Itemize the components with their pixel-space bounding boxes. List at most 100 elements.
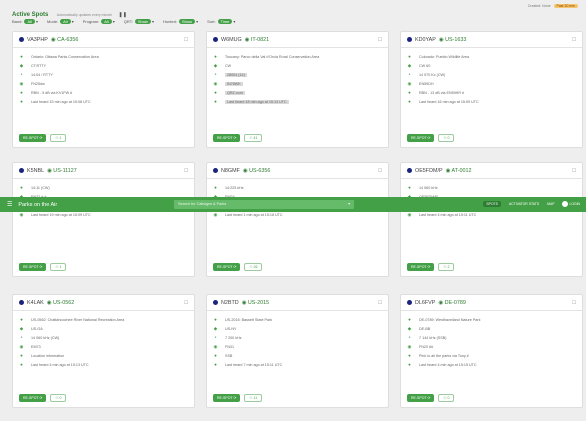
respot-button[interactable]: RE-SPOT ⟳ (19, 134, 47, 142)
comment-icon[interactable]: □ (378, 300, 382, 306)
view-count-button[interactable]: ☉ 0 (438, 394, 455, 402)
view-count-button[interactable]: ☉ 0 (50, 394, 67, 402)
respot-button[interactable]: RE-SPOT ⟳ (213, 134, 241, 142)
spot-card: N2BTD ◉ US-2015 □ ● US-2015: Bassett State P… (206, 294, 389, 408)
comment-icon[interactable]: □ (572, 37, 576, 43)
comment-icon[interactable]: □ (184, 300, 188, 306)
flag-icon (407, 168, 412, 173)
detail-text: US-NY (225, 326, 237, 331)
detail-icon: ∘ (214, 334, 217, 340)
comment-icon[interactable]: □ (572, 168, 576, 174)
detail-text: QRZ.com (225, 90, 245, 95)
view-count-button[interactable]: ☉ 1 (50, 134, 67, 142)
detail-text: US-GA (31, 326, 43, 331)
spot-card: VA3PHP ◉ CA-6356 □ ● Ontario: Ottawa Parks C… (12, 31, 195, 148)
view-count-button[interactable]: ☉ 2 (438, 263, 455, 271)
comment-icon[interactable]: □ (378, 37, 382, 43)
spot-card: N8GMF◉ US-6356□●14:225 kHz◆EM24∘SSB◉Last… (206, 162, 389, 277)
menu-activator-stats[interactable]: ACTIVATOR STATS (509, 202, 539, 206)
park-ref[interactable]: ◉ IT-0821 (245, 37, 269, 43)
filter-sort[interactable]: Sort: Time ▾ (207, 19, 235, 24)
park-ref[interactable]: ◉ DE-0789 (438, 300, 465, 306)
park-ref[interactable]: ◉ CA-6356 (51, 37, 78, 43)
spot-detail-row: ● Tuscany: Parco della Val d'Orcia Rural … (213, 52, 382, 61)
detail-icon: ● (20, 362, 23, 367)
time-window-badge[interactable]: Past 30 min (553, 4, 578, 8)
menu-spots[interactable]: SPOTS (483, 201, 501, 207)
spot-detail-row: ∘ 14 060 kHz (CW) (19, 333, 188, 342)
respot-button[interactable]: RE-SPOT ⟳ (213, 263, 241, 271)
menu-login[interactable]: LOGIN (562, 201, 580, 207)
detail-icon: ∘ (214, 71, 217, 77)
card-actions: RE-SPOT ⟳ ☉ 2 (407, 263, 455, 271)
callsign[interactable]: K5NBL (27, 168, 44, 174)
spot-card: K5NBL◉ US-11127□●14:11 (CW)◆EN37 # #∘RBN… (12, 162, 195, 277)
park-ref[interactable]: ◉ US-6356 (243, 168, 270, 174)
filter-mode[interactable]: Mode: All ▾ (47, 19, 74, 24)
detail-icon: ● (214, 353, 217, 358)
detail-icon: ◆ (19, 62, 24, 68)
respot-button[interactable]: RE-SPOT ⟳ (407, 134, 435, 142)
spot-card: W6MUG ◉ IT-0821 □ ● Tuscany: Parco della Val… (206, 31, 389, 148)
hamburger-menu-icon[interactable]: ☰ (7, 201, 12, 208)
park-ref[interactable]: ◉ US-11127 (47, 168, 77, 174)
park-ref[interactable]: ◉ US-1633 (439, 37, 466, 43)
detail-text: 14 070 Kc (CW) (419, 72, 446, 77)
spot-card-header: N8GMF ◉ US-6356 □ (207, 163, 388, 179)
detail-text: 14:225 kHz (225, 185, 244, 190)
view-count-button[interactable]: ☉ 11 (244, 394, 263, 402)
card-actions: RE-SPOT ⟳ ☉ 1 (19, 134, 67, 142)
park-ref[interactable]: ◉ US-2015 (242, 300, 269, 306)
callsign[interactable]: DL6FVP (415, 300, 435, 306)
card-actions: RE-SPOT ⟳ ☉ 0 (407, 134, 455, 142)
detail-icon: ◆ (213, 62, 218, 68)
filter-hunted[interactable]: Hunted: Show ▾ (163, 19, 198, 24)
spot-detail-row: ● QRZ.com (213, 88, 382, 97)
callsign[interactable]: KD0YAP (415, 37, 436, 43)
detail-text: FN31 (225, 344, 235, 349)
detail-icon: ◉ (407, 80, 412, 86)
view-count-button[interactable]: ☉ 26 (244, 263, 263, 271)
respot-button[interactable]: RE-SPOT ⟳ (213, 394, 241, 402)
comment-icon[interactable]: □ (378, 168, 382, 174)
callsign[interactable]: N8GMF (221, 168, 240, 174)
view-count-button[interactable]: ☉ 1 (50, 263, 67, 271)
detail-icon: ∘ (20, 334, 23, 340)
detail-icon: ∘ (408, 71, 411, 77)
detail-icon: ◆ (407, 325, 412, 331)
detail-icon: ● (214, 54, 217, 59)
detail-icon: ◉ (213, 211, 218, 217)
callsign[interactable]: W6MUG (221, 37, 242, 43)
spot-detail-row: ● RBN - 13 dB via EN59HR # (407, 88, 576, 97)
spot-card-header: VA3PHP ◉ CA-6356 □ (13, 32, 194, 48)
comment-icon[interactable]: □ (184, 37, 188, 43)
filter-qrt[interactable]: QRT: Show ▾ (124, 19, 154, 24)
detail-icon: ◉ (407, 343, 412, 349)
comment-icon[interactable]: □ (572, 300, 576, 306)
flag-icon (213, 300, 218, 305)
callsign[interactable]: OE5FDM/P (415, 168, 443, 174)
callsign[interactable]: N2BTD (221, 300, 239, 306)
detail-icon: ● (20, 90, 23, 95)
respot-button[interactable]: RE-SPOT ⟳ (407, 394, 435, 402)
brand-title[interactable]: Parks on the Air (18, 202, 57, 208)
spot-card-header: K5NBL ◉ US-11127 □ (13, 163, 194, 179)
detail-icon: ● (214, 317, 217, 322)
park-ref[interactable]: ◉ US-0562 (47, 300, 74, 306)
respot-button[interactable]: RE-SPOT ⟳ (19, 394, 47, 402)
respot-button[interactable]: RE-SPOT ⟳ (407, 263, 435, 271)
respot-button[interactable]: RE-SPOT ⟳ (19, 263, 47, 271)
filter-band[interactable]: Band: All ▾ (12, 19, 38, 24)
menu-map[interactable]: MAP (547, 202, 554, 206)
callsign[interactable]: VA3PHP (27, 37, 48, 43)
detail-icon: ● (214, 90, 217, 95)
search-input[interactable]: Search for Callsigns & Parks ▾ (174, 200, 354, 209)
view-count-button[interactable]: ☉ 0 (438, 134, 455, 142)
app-bar: ☰ Parks on the Air Search for Callsigns … (0, 197, 586, 212)
park-ref[interactable]: ◉ AT-0012 (446, 168, 472, 174)
chevron-down-icon[interactable]: ▾ (348, 201, 350, 206)
filter-program[interactable]: Program: All ▾ (83, 19, 115, 24)
comment-icon[interactable]: □ (184, 168, 188, 174)
view-count-button[interactable]: ☉ 41 (244, 134, 263, 142)
callsign[interactable]: K4LAK (27, 300, 44, 306)
